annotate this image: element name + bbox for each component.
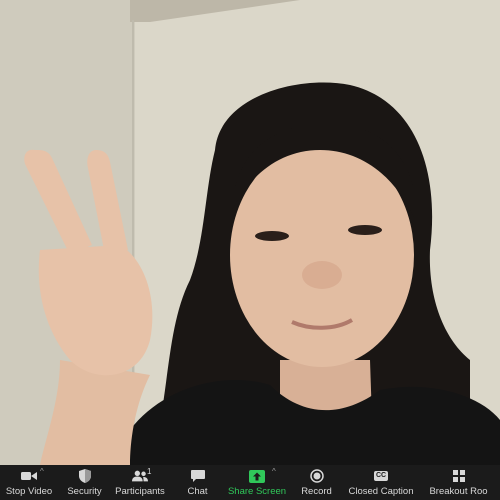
chat-bubble-icon bbox=[190, 469, 206, 483]
participants-icon bbox=[132, 469, 148, 483]
share-screen-button[interactable]: ^ Share Screen bbox=[226, 465, 288, 500]
breakout-rooms-button[interactable]: Breakout Roo bbox=[417, 465, 500, 500]
participants-label: Participants bbox=[115, 486, 165, 497]
video-frame-illustration bbox=[0, 0, 500, 465]
shield-icon bbox=[77, 469, 93, 483]
grid-icon bbox=[451, 469, 467, 483]
stop-video-label: Stop Video bbox=[5, 486, 53, 497]
security-label: Security bbox=[67, 486, 102, 497]
closed-caption-button[interactable]: CC Closed Caption bbox=[345, 465, 417, 500]
share-screen-options-caret[interactable]: ^ bbox=[272, 468, 276, 476]
share-screen-label: Share Screen bbox=[227, 486, 287, 497]
record-button[interactable]: Record bbox=[288, 465, 345, 500]
share-screen-arrow-icon bbox=[249, 469, 265, 483]
participants-button[interactable]: 1 Participants bbox=[111, 465, 169, 500]
video-camera-icon bbox=[21, 469, 37, 483]
security-button[interactable]: Security bbox=[58, 465, 111, 500]
record-label: Record bbox=[301, 486, 332, 497]
chat-button[interactable]: Chat bbox=[169, 465, 226, 500]
cc-icon-text: CC bbox=[373, 471, 389, 481]
participants-count: 1 bbox=[147, 467, 152, 476]
breakout-rooms-label: Breakout Roo bbox=[429, 486, 488, 497]
closed-caption-label: Closed Caption bbox=[348, 486, 414, 497]
stop-video-button[interactable]: ^ Stop Video bbox=[0, 465, 58, 500]
meeting-toolbar: ^ Stop Video Security 1 Participants Cha… bbox=[0, 465, 500, 500]
participant-video-feed bbox=[0, 0, 500, 465]
cc-icon: CC bbox=[373, 469, 389, 483]
record-icon bbox=[309, 469, 325, 483]
stop-video-options-caret[interactable]: ^ bbox=[40, 468, 44, 476]
chat-label: Chat bbox=[187, 486, 208, 497]
